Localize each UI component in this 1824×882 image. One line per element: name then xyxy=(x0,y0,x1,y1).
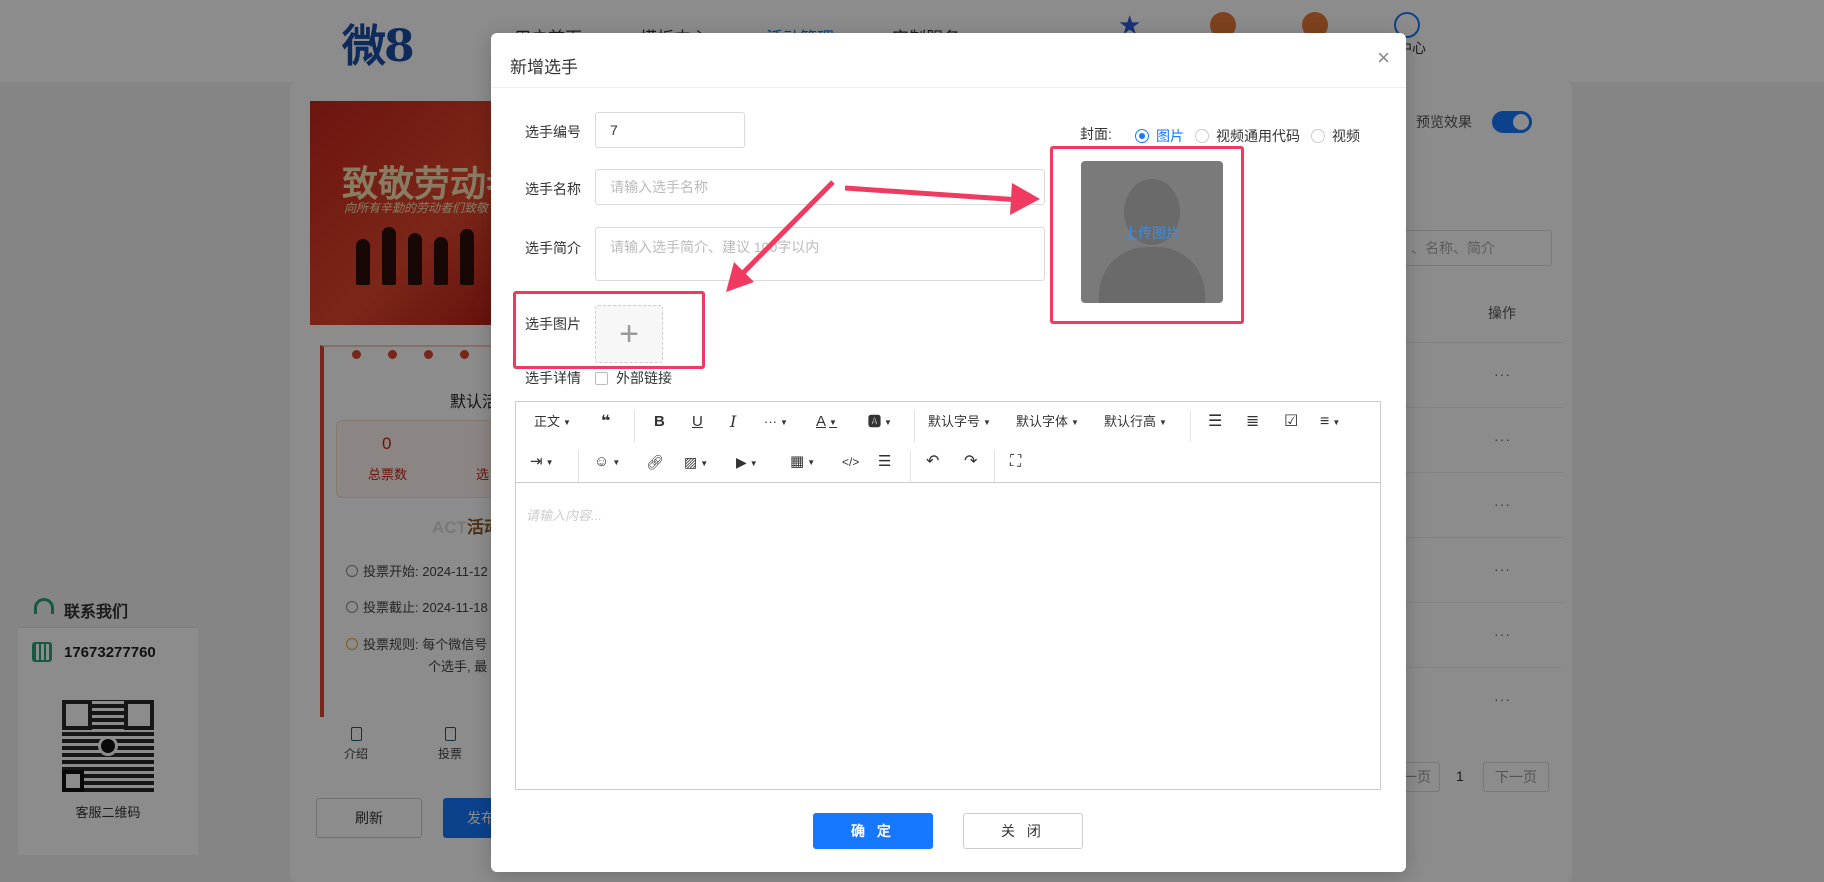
arrow-head-cover xyxy=(1010,183,1040,215)
annotation-arrows xyxy=(726,180,1040,292)
arrow-to-image xyxy=(738,180,835,278)
arrow-to-cover xyxy=(844,185,1021,203)
